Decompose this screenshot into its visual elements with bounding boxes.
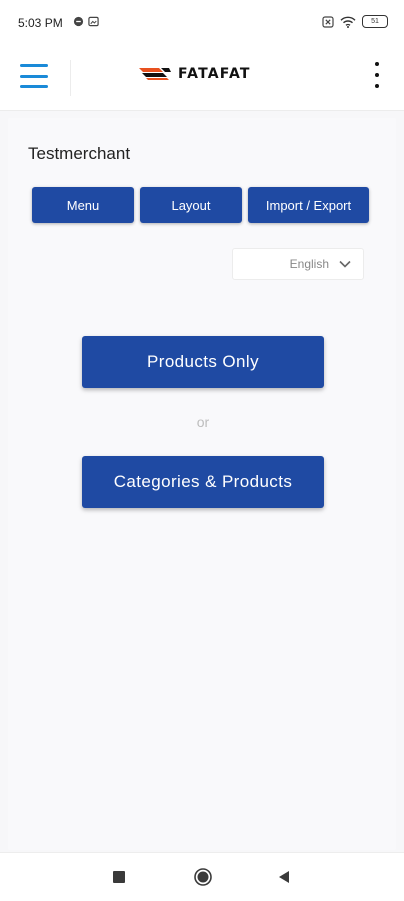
brand-name: FATAFAT: [178, 66, 251, 82]
products-only-button[interactable]: Products Only: [82, 336, 324, 388]
triangle-back-icon[interactable]: [278, 870, 290, 884]
notification-image-icon: [88, 16, 99, 27]
header-divider: [70, 60, 71, 96]
hamburger-icon[interactable]: [20, 64, 48, 88]
more-vertical-icon[interactable]: [372, 62, 382, 88]
import-export-tab-button[interactable]: Import / Export: [248, 187, 369, 223]
status-right-icons: 51: [322, 15, 388, 28]
categories-products-button[interactable]: Categories & Products: [82, 456, 324, 508]
menu-tab-button[interactable]: Menu: [32, 187, 134, 223]
wifi-icon: [340, 16, 356, 28]
layout-tab-button[interactable]: Layout: [140, 187, 242, 223]
chevron-down-icon: [339, 260, 351, 268]
or-separator: or: [196, 414, 210, 430]
language-select[interactable]: English: [232, 248, 364, 280]
circle-icon[interactable]: [193, 867, 213, 887]
merchant-name: Testmerchant: [28, 144, 131, 163]
battery-icon: 51: [362, 15, 388, 28]
app-header: FATAFAT: [0, 46, 404, 111]
status-notification-icons: [73, 16, 99, 27]
system-nav-bar: [0, 852, 404, 901]
main-content: Testmerchant Menu Layout Import / Export…: [8, 118, 396, 850]
status-bar: 5:03 PM 51: [0, 0, 404, 46]
status-time: 5:03 PM: [18, 16, 63, 30]
fatafat-logo-icon: [139, 68, 171, 80]
brand: FATAFAT: [139, 66, 251, 82]
language-selected-value: English: [289, 257, 329, 271]
close-box-icon: [322, 15, 334, 28]
square-icon[interactable]: [113, 871, 125, 883]
notification-circle-icon: [73, 16, 84, 27]
